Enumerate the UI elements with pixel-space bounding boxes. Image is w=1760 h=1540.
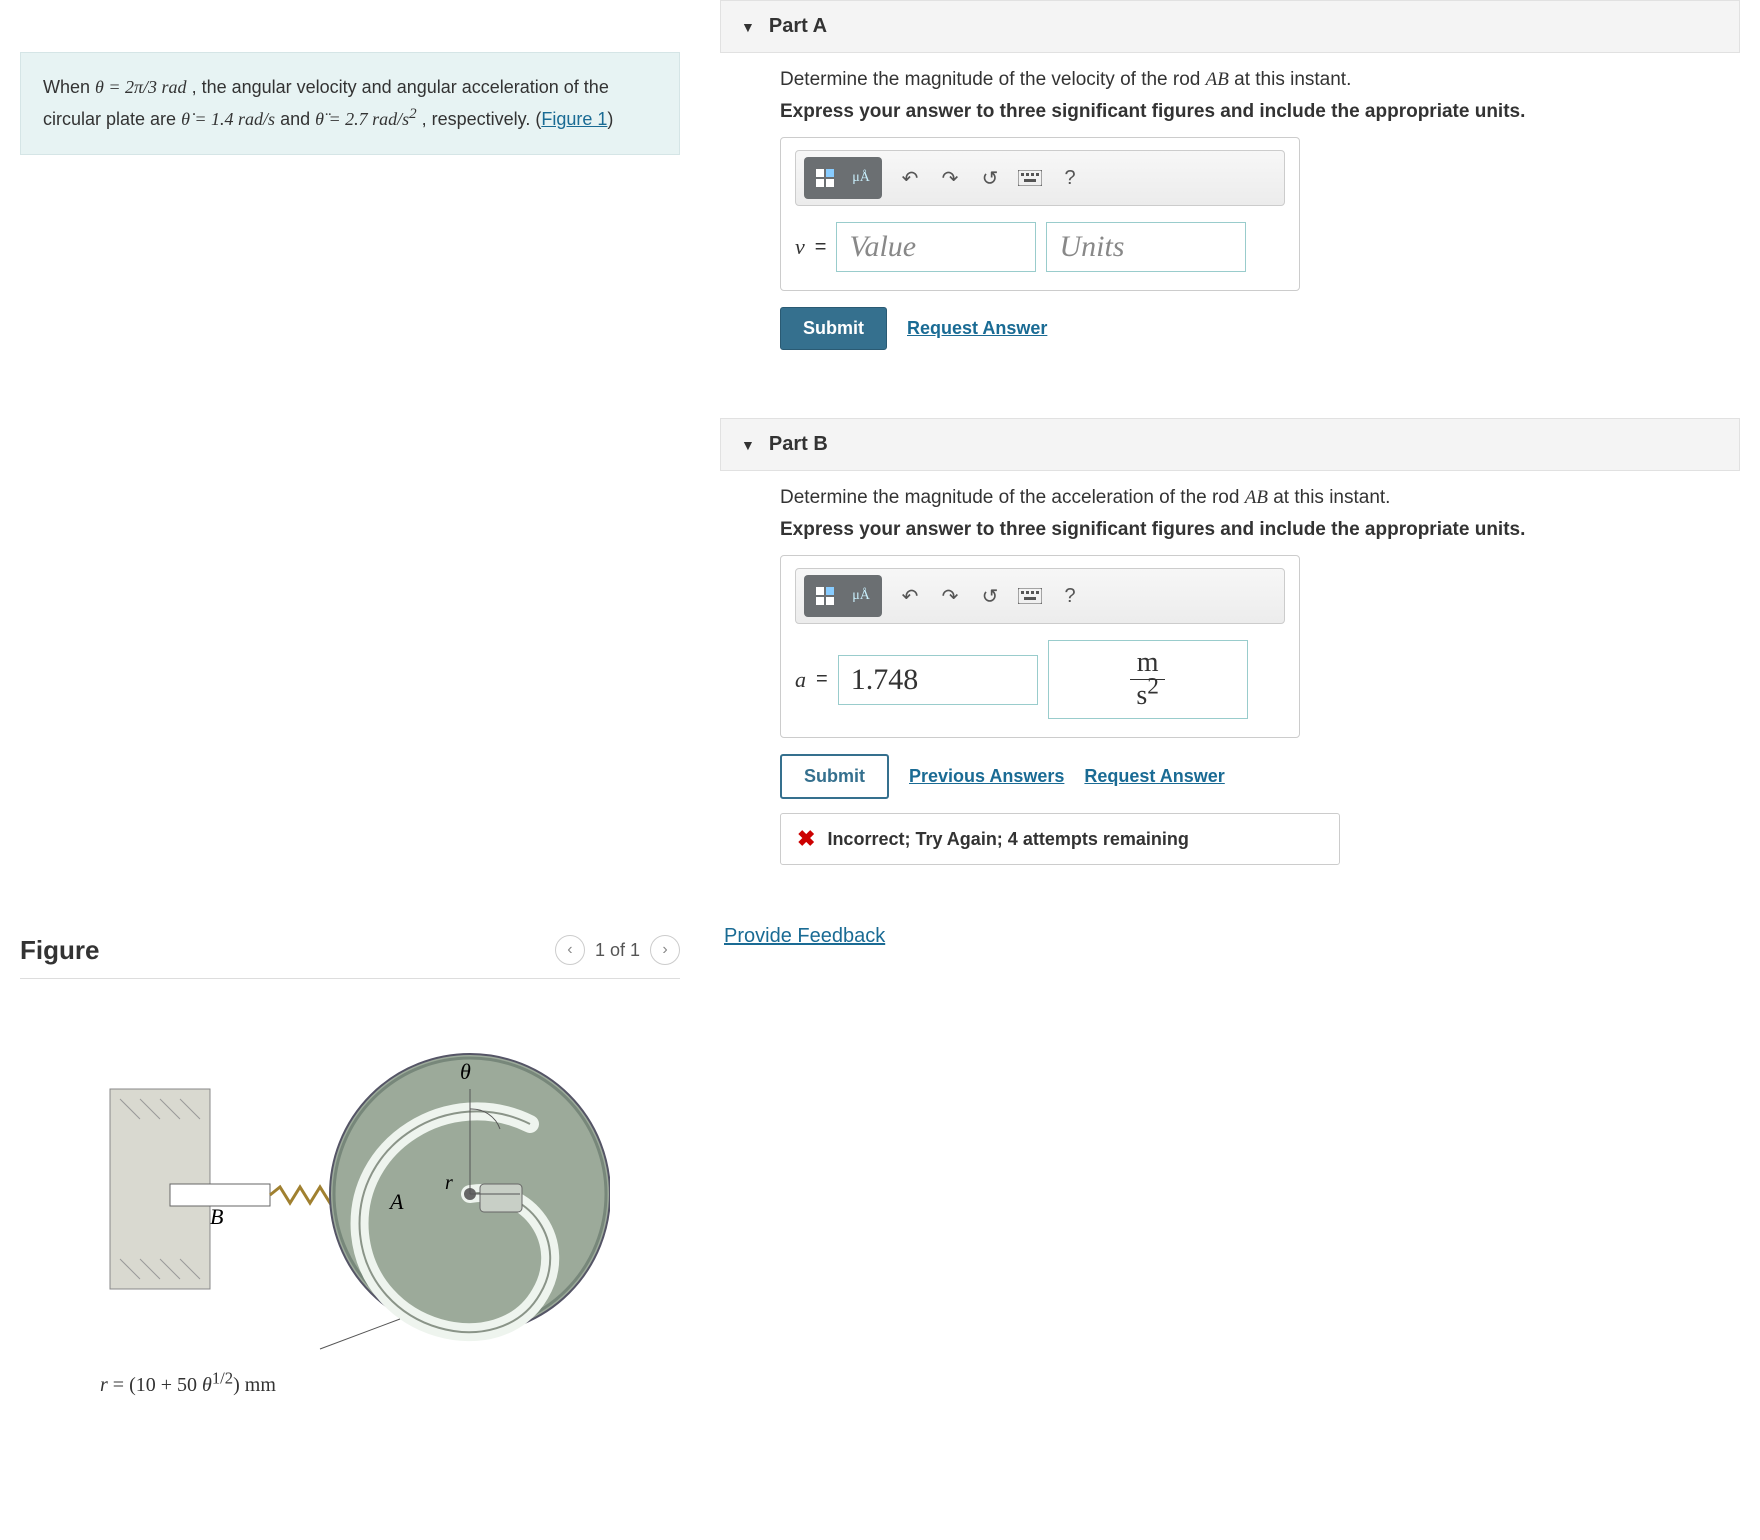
redo-button[interactable]: ↷ (932, 160, 968, 196)
part-b-value-input[interactable]: 1.748 (838, 655, 1038, 705)
problem-text: When (43, 77, 95, 97)
figure-title: Figure (20, 935, 99, 966)
template-button[interactable] (808, 161, 842, 195)
pager-next-button[interactable]: › (650, 935, 680, 965)
label-B: B (210, 1204, 223, 1229)
units-button[interactable]: μÅ (844, 161, 878, 195)
help-button[interactable]: ? (1052, 160, 1088, 196)
feedback-text: Incorrect; Try Again; 4 attempts remaini… (827, 829, 1188, 850)
part-a-request-answer-link[interactable]: Request Answer (907, 318, 1047, 339)
part-b-previous-answers-link[interactable]: Previous Answers (909, 766, 1064, 787)
part-b-var: a (795, 667, 806, 693)
part-a-units-input[interactable]: Units (1046, 222, 1246, 272)
part-a-hint: Express your answer to three significant… (780, 101, 1720, 123)
part-a-value-input[interactable]: Value (836, 222, 1036, 272)
incorrect-icon: ✖ (797, 826, 815, 852)
help-button[interactable]: ? (1052, 578, 1088, 614)
label-r: r (445, 1172, 453, 1194)
figure-link[interactable]: Figure 1 (541, 109, 607, 129)
redo-button[interactable]: ↷ (932, 578, 968, 614)
part-b-units-input[interactable]: m s2 (1048, 640, 1248, 719)
part-b-feedback: ✖ Incorrect; Try Again; 4 attempts remai… (780, 813, 1340, 865)
part-b-submit-button[interactable]: Submit (780, 754, 889, 799)
part-b-hint: Express your answer to three significant… (780, 519, 1720, 541)
part-a-prompt: Determine the magnitude of the velocity … (780, 69, 1720, 91)
part-b-title: Part B (769, 433, 828, 456)
part-a-answer-box: μÅ ↶ ↷ ↺ ? v = Value Units (780, 137, 1300, 291)
part-b-header[interactable]: ▼ Part B (720, 418, 1740, 471)
units-button[interactable]: μÅ (844, 579, 878, 613)
template-button[interactable] (808, 579, 842, 613)
collapse-icon: ▼ (741, 437, 755, 453)
part-b-answer-box: μÅ ↶ ↷ ↺ ? a = 1.748 m (780, 555, 1300, 738)
part-b-request-answer-link[interactable]: Request Answer (1084, 766, 1224, 787)
problem-statement: When θ = 2π/3 rad , the angular velocity… (20, 52, 680, 155)
reset-button[interactable]: ↺ (972, 578, 1008, 614)
figure-image: B A θ (20, 1029, 680, 1397)
label-A: A (388, 1189, 404, 1214)
thetadot-expr: θ̇ = 1.4 rad/s (181, 109, 275, 129)
pager-prev-button[interactable]: ‹ (555, 935, 585, 965)
part-a-toolbar: μÅ ↶ ↷ ↺ ? (795, 150, 1285, 206)
part-a-submit-button[interactable]: Submit (780, 307, 887, 350)
keyboard-button[interactable] (1012, 160, 1048, 196)
part-a-title: Part A (769, 15, 827, 38)
undo-button[interactable]: ↶ (892, 578, 928, 614)
reset-button[interactable]: ↺ (972, 160, 1008, 196)
label-theta: θ (460, 1059, 471, 1084)
theta-expr: θ = 2π/3 rad (95, 77, 187, 97)
part-a-var: v (795, 234, 805, 260)
part-b-prompt: Determine the magnitude of the accelerat… (780, 487, 1720, 509)
provide-feedback-link[interactable]: Provide Feedback (724, 925, 885, 948)
pager-text: 1 of 1 (595, 940, 640, 961)
part-b-toolbar: μÅ ↶ ↷ ↺ ? (795, 568, 1285, 624)
thetaddot-expr: θ̈ = 2.7 rad/s2 (315, 109, 417, 129)
part-a-header[interactable]: ▼ Part A (720, 0, 1740, 53)
figure-pager: ‹ 1 of 1 › (555, 935, 680, 965)
figure-caption: r = (10 + 50 θ1/2) mm (100, 1374, 680, 1397)
collapse-icon: ▼ (741, 19, 755, 35)
undo-button[interactable]: ↶ (892, 160, 928, 196)
keyboard-button[interactable] (1012, 578, 1048, 614)
